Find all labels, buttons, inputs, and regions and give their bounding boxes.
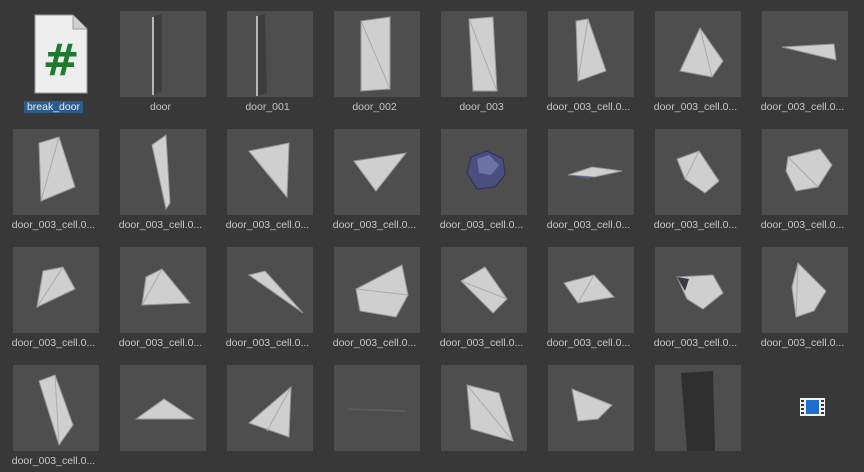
asset-item[interactable]: door_002 [321,0,428,118]
fragment-icon [548,129,634,215]
asset-item[interactable]: door_003_cell.0... [0,354,107,472]
asset-label: door_002 [352,101,397,113]
fragment-icon [548,247,634,333]
door-panel-icon [334,11,420,97]
fragment-icon [13,247,99,333]
fragment-icon [762,247,848,333]
fragment-icon [548,365,634,451]
asset-label: door_003_cell.0... [760,101,845,113]
asset-item[interactable]: door_001 [214,0,321,118]
asset-item[interactable]: door_003_cell.0... [0,236,107,354]
asset-item[interactable] [214,354,321,472]
asset-label: door_003 [459,101,504,113]
film-strip-icon [800,398,825,416]
asset-label: door_003_cell.0... [332,337,417,349]
asset-label: door_003_cell.0... [653,337,738,349]
fragment-icon [441,129,527,215]
fragment-icon [334,365,420,451]
fragment-icon [227,247,313,333]
asset-label: door_003_cell.0... [118,337,203,349]
fragment-icon [120,129,206,215]
fragment-icon [441,365,527,451]
fragment-icon [441,247,527,333]
asset-label: door_003_cell.0... [546,337,631,349]
asset-item[interactable] [535,354,642,472]
fragment-icon [334,129,420,215]
asset-label: break_door [0,101,107,113]
fragment-icon [227,129,313,215]
asset-item[interactable]: door_003_cell.0... [428,118,535,236]
fragment-icon [655,129,741,215]
asset-label: door_003_cell.0... [11,455,96,467]
fragment-icon [120,365,206,451]
asset-item[interactable] [642,354,749,472]
asset-label: door_003_cell.0... [760,337,845,349]
fragment-icon [334,247,420,333]
asset-label: door_001 [245,101,290,113]
asset-item[interactable]: door_003_cell.0... [749,0,856,118]
asset-label: door_003_cell.0... [225,337,310,349]
fragment-icon [227,365,313,451]
asset-item[interactable]: door_003_cell.0... [642,0,749,118]
fragment-icon [762,129,848,215]
asset-label: door_003_cell.0... [439,219,524,231]
asset-item[interactable]: door_003_cell.0... [107,118,214,236]
asset-item[interactable]: door_003_cell.0... [321,118,428,236]
door-mesh-icon [227,11,313,97]
fragment-icon [655,11,741,97]
svg-text:#: # [43,35,80,86]
asset-label: door_003_cell.0... [653,101,738,113]
asset-label: door_003_cell.0... [546,101,631,113]
door-panel-icon [441,11,527,97]
asset-item[interactable]: door_003_cell.0... [642,118,749,236]
door-mesh-icon [120,11,206,97]
fragment-icon [120,247,206,333]
asset-item[interactable]: door_003_cell.0... [535,236,642,354]
asset-label: door_003_cell.0... [11,337,96,349]
fragment-icon [762,11,848,97]
asset-item[interactable] [321,354,428,472]
asset-label: door_003_cell.0... [118,219,203,231]
asset-label: door_003_cell.0... [546,219,631,231]
asset-item[interactable]: door_003_cell.0... [642,236,749,354]
asset-label: door_003_cell.0... [11,219,96,231]
asset-item[interactable]: door [107,0,214,118]
asset-item[interactable]: door_003_cell.0... [749,236,856,354]
asset-grid: # break_door door door_001 door_002 door… [0,0,864,467]
asset-label: door_003_cell.0... [225,219,310,231]
asset-item[interactable]: door_003_cell.0... [749,118,856,236]
fragment-icon [13,365,99,451]
fragment-icon [13,129,99,215]
csharp-script-icon: # [13,11,99,97]
asset-item[interactable]: door_003_cell.0... [535,118,642,236]
fragment-icon [655,247,741,333]
asset-item[interactable]: door_003_cell.0... [0,118,107,236]
asset-item[interactable]: door_003 [428,0,535,118]
door-mesh-icon [655,365,741,451]
asset-item[interactable]: door_003_cell.0... [214,118,321,236]
asset-item[interactable] [107,354,214,472]
asset-item[interactable]: # break_door [0,0,107,118]
asset-label: door_003_cell.0... [760,219,845,231]
asset-label: door [149,101,171,113]
asset-item[interactable]: door_003_cell.0... [535,0,642,118]
asset-item[interactable]: door_003_cell.0... [428,236,535,354]
asset-item[interactable]: door_003_cell.0... [321,236,428,354]
asset-item[interactable] [428,354,535,472]
asset-item[interactable]: door_003_cell.0... [107,236,214,354]
asset-label: door_003_cell.0... [332,219,417,231]
fragment-icon [548,11,634,97]
asset-label: door_003_cell.0... [653,219,738,231]
asset-label: door_003_cell.0... [439,337,524,349]
asset-item[interactable]: door_003_cell.0... [214,236,321,354]
